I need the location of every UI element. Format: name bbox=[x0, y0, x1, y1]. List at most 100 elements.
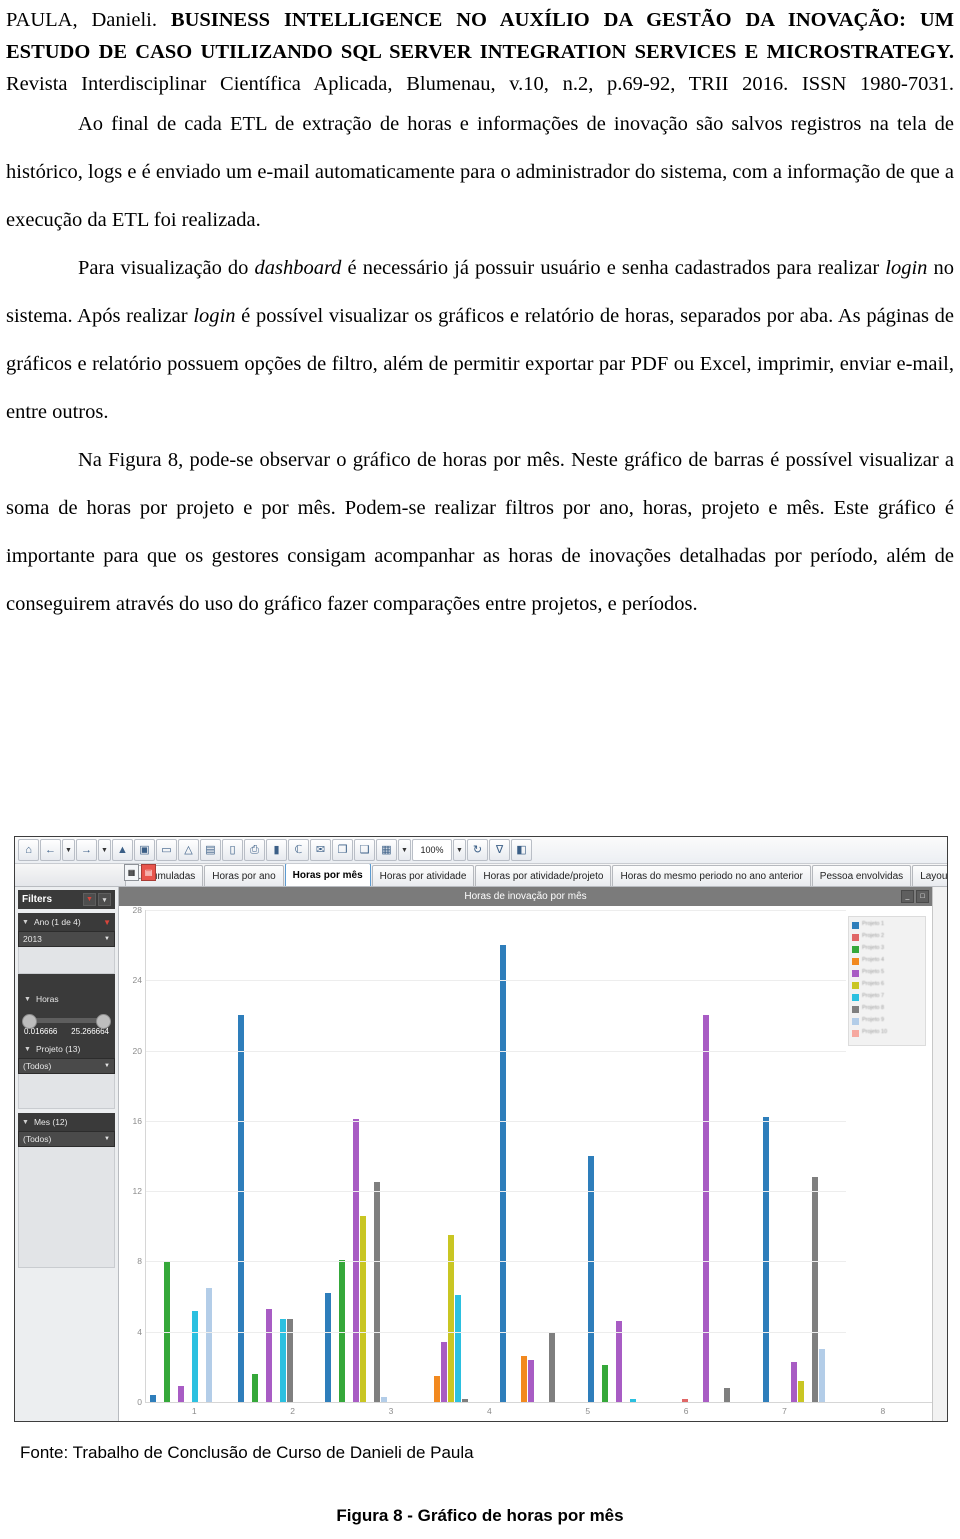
bar[interactable] bbox=[790, 1361, 797, 1402]
tab-5[interactable]: Horas do mesmo periodo no ano anterior bbox=[612, 865, 811, 886]
open-folder-icon[interactable]: ▲ bbox=[112, 839, 133, 861]
bar[interactable] bbox=[461, 1398, 468, 1402]
horas-slider-max-handle[interactable] bbox=[96, 1014, 111, 1029]
tab-6[interactable]: Pessoa envolvidas bbox=[811, 865, 912, 886]
zoom-level-field[interactable]: 100% bbox=[412, 839, 452, 861]
legend-item-1[interactable]: Projeto 2 bbox=[852, 933, 922, 941]
bar[interactable] bbox=[549, 1331, 555, 1402]
page-icon[interactable]: ▭ bbox=[156, 839, 177, 861]
grid-icon[interactable]: ▦ bbox=[376, 839, 397, 861]
filter-select-mes[interactable]: (Todos) ▼ bbox=[18, 1131, 115, 1147]
filter-icon[interactable]: ∇ bbox=[489, 839, 510, 861]
bar[interactable] bbox=[374, 1182, 380, 1402]
bar[interactable] bbox=[325, 1293, 331, 1402]
bar[interactable] bbox=[440, 1342, 447, 1402]
dropdown-arrow-icon[interactable]: ▼ bbox=[62, 839, 75, 861]
chart-panel: Horas de inovação por mês _ □ 0 4 8 12 16 20 2… bbox=[119, 887, 932, 1421]
bar[interactable] bbox=[587, 1156, 594, 1402]
bar[interactable] bbox=[251, 1373, 258, 1402]
tab-7[interactable]: Layout 1 bbox=[912, 865, 947, 886]
dropdown-arrow-icon[interactable]: ▼ bbox=[398, 839, 411, 861]
bar[interactable] bbox=[797, 1380, 804, 1402]
tab-4[interactable]: Horas por atividade/projeto bbox=[475, 865, 612, 886]
filter-list-projeto[interactable] bbox=[18, 1074, 115, 1109]
design-icon[interactable]: ◧ bbox=[511, 839, 532, 861]
dropdown-arrow-icon[interactable]: ▼ bbox=[98, 839, 111, 861]
legend-item-6[interactable]: Projeto 7 bbox=[852, 993, 922, 1001]
paragraph-1: Ao final de cada ETL de extração de hora… bbox=[6, 100, 954, 244]
bar[interactable] bbox=[447, 1235, 454, 1402]
bar[interactable] bbox=[528, 1359, 534, 1402]
bar[interactable] bbox=[206, 1287, 212, 1402]
gridline-8 bbox=[146, 1261, 846, 1263]
bar[interactable] bbox=[192, 1310, 198, 1402]
forward-arrow-icon[interactable]: → bbox=[76, 839, 97, 861]
bar-group-5 bbox=[496, 910, 584, 1402]
export-excel-icon[interactable]: ▤ bbox=[200, 839, 221, 861]
horas-slider-min-handle[interactable] bbox=[22, 1014, 37, 1029]
mail-icon[interactable]: ✉ bbox=[310, 839, 331, 861]
bar[interactable] bbox=[381, 1396, 387, 1402]
legend-item-0[interactable]: Projeto 1 bbox=[852, 921, 922, 929]
legend-item-7[interactable]: Projeto 8 bbox=[852, 1005, 922, 1013]
copy-icon[interactable]: ❐ bbox=[332, 839, 353, 861]
bar[interactable] bbox=[601, 1365, 608, 1402]
bar[interactable] bbox=[629, 1398, 636, 1402]
filter-list-ano[interactable] bbox=[18, 947, 115, 974]
export-pdf-icon[interactable]: △ bbox=[178, 839, 199, 861]
bar[interactable] bbox=[265, 1308, 272, 1402]
bar[interactable] bbox=[433, 1375, 440, 1402]
legend-item-5[interactable]: Projeto 6 bbox=[852, 981, 922, 989]
legend-item-2[interactable]: Projeto 3 bbox=[852, 945, 922, 953]
bar[interactable] bbox=[521, 1356, 527, 1402]
chevron-down-icon: ▼ bbox=[24, 995, 31, 1003]
bar[interactable] bbox=[150, 1394, 156, 1402]
bar[interactable] bbox=[454, 1294, 461, 1402]
maximize-icon[interactable]: □ bbox=[916, 890, 929, 903]
filter-select-ano[interactable]: 2013 ▼ bbox=[18, 931, 115, 947]
tab-1[interactable]: Horas por ano bbox=[204, 865, 284, 886]
new-doc-icon[interactable]: ▯ bbox=[222, 839, 243, 861]
legend-item-3[interactable]: Projeto 4 bbox=[852, 957, 922, 965]
legend-item-8[interactable]: Projeto 9 bbox=[852, 1017, 922, 1025]
bar[interactable] bbox=[724, 1387, 730, 1402]
save-icon[interactable]: ▣ bbox=[134, 839, 155, 861]
print-icon[interactable]: ⎙ bbox=[244, 839, 265, 861]
minimize-icon[interactable]: _ bbox=[901, 890, 914, 903]
pdf-red-icon[interactable]: ▮ bbox=[266, 839, 287, 861]
chart-view-icon[interactable]: ▤ bbox=[141, 864, 156, 881]
tab-3[interactable]: Horas por atividade bbox=[371, 865, 475, 886]
bar[interactable] bbox=[360, 1215, 366, 1402]
filter-active-icon[interactable]: ▼ bbox=[103, 918, 111, 927]
clear-filter-icon[interactable]: ▼ bbox=[83, 893, 96, 906]
legend-item-9[interactable]: Projeto 10 bbox=[852, 1029, 922, 1037]
bar[interactable] bbox=[703, 1015, 709, 1402]
paste-icon[interactable]: ❑ bbox=[354, 839, 375, 861]
x-tick-3: 3 bbox=[388, 1406, 394, 1416]
refresh-icon[interactable]: ↻ bbox=[467, 839, 488, 861]
filter-select-projeto[interactable]: (Todos) ▼ bbox=[18, 1058, 115, 1074]
legend-item-4[interactable]: Projeto 5 bbox=[852, 969, 922, 977]
bar[interactable] bbox=[811, 1177, 818, 1402]
bar[interactable] bbox=[237, 1015, 244, 1402]
home-icon[interactable]: ⌂ bbox=[18, 839, 39, 861]
bar[interactable] bbox=[682, 1398, 688, 1402]
tab-2[interactable]: Horas por mês bbox=[284, 864, 371, 886]
bar[interactable] bbox=[500, 945, 506, 1402]
horas-slider-track[interactable] bbox=[22, 1014, 111, 1029]
filter-group-ano[interactable]: ▼ Ano (1 de 4) ▼ bbox=[18, 913, 115, 931]
filter-group-mes[interactable]: ▼ Mes (12) bbox=[18, 1113, 115, 1131]
back-arrow-icon[interactable]: ← bbox=[40, 839, 61, 861]
bar[interactable] bbox=[178, 1386, 184, 1402]
filters-title: Filters bbox=[22, 894, 53, 905]
bar[interactable] bbox=[818, 1349, 825, 1402]
attachment-icon[interactable]: ℂ bbox=[288, 839, 309, 861]
chart-title-bar: Horas de inovação por mês _ □ bbox=[119, 887, 932, 906]
filter-group-horas[interactable]: ▼ Horas 0.016666 25.266664 ▼ Projeto (13… bbox=[18, 974, 115, 1058]
filter-list-mes[interactable] bbox=[18, 1147, 115, 1268]
zoom-dropdown-arrow-icon[interactable]: ▼ bbox=[453, 839, 466, 861]
bar[interactable] bbox=[615, 1321, 622, 1402]
filter-options-icon[interactable]: ▾ bbox=[98, 893, 111, 906]
grid-view-icon[interactable]: ▦ bbox=[124, 864, 139, 881]
bar[interactable] bbox=[762, 1117, 769, 1402]
